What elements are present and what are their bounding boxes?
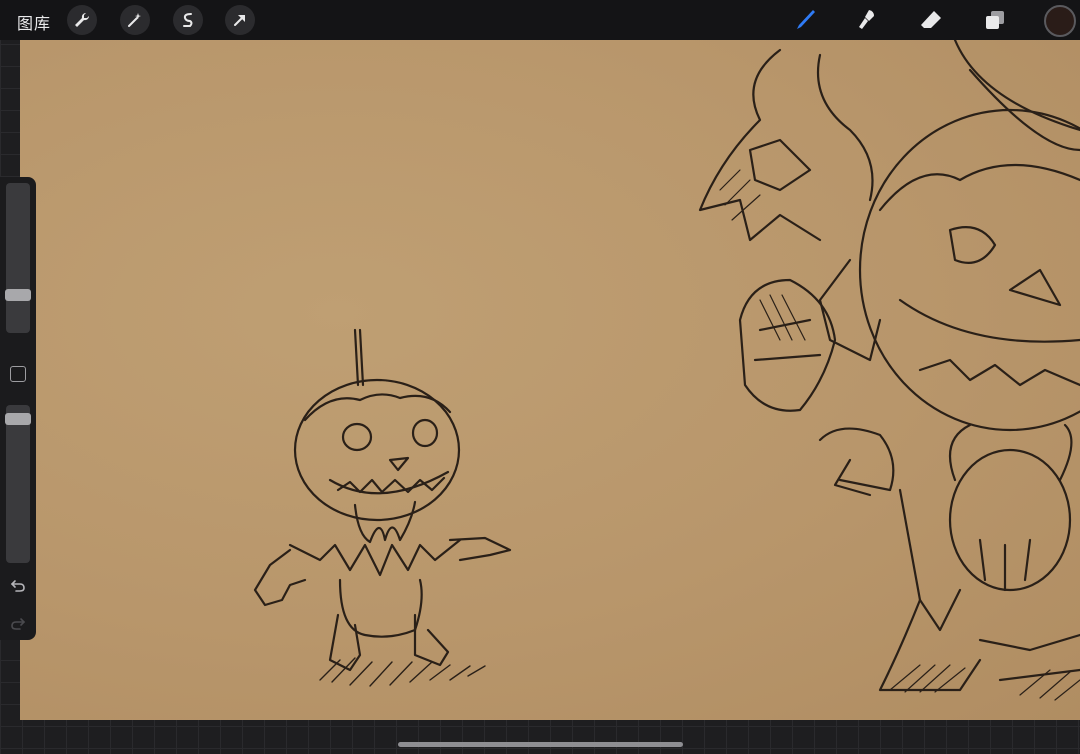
opacity-handle[interactable] bbox=[5, 413, 31, 425]
wrench-icon[interactable] bbox=[67, 5, 97, 35]
brush-size-handle[interactable] bbox=[5, 289, 31, 301]
drawing-canvas[interactable] bbox=[20, 40, 1080, 720]
color-picker-swatch[interactable] bbox=[1044, 5, 1076, 37]
top-toolbar: 图库 bbox=[0, 0, 1080, 40]
brush-size-slider[interactable] bbox=[6, 183, 30, 333]
modify-button[interactable] bbox=[10, 366, 26, 382]
smudge-icon[interactable] bbox=[853, 6, 881, 34]
undo-icon[interactable] bbox=[9, 577, 27, 595]
magic-wand-icon[interactable] bbox=[120, 5, 150, 35]
sketch-artwork bbox=[253, 40, 1080, 701]
opacity-slider[interactable] bbox=[6, 405, 30, 563]
gallery-button[interactable]: 图库 bbox=[17, 10, 51, 34]
redo-icon[interactable] bbox=[9, 615, 27, 633]
layers-icon[interactable] bbox=[981, 6, 1009, 34]
eraser-icon[interactable] bbox=[917, 6, 945, 34]
brush-icon[interactable] bbox=[790, 6, 818, 34]
left-sidebar bbox=[0, 177, 36, 640]
selection-icon[interactable] bbox=[173, 5, 203, 35]
home-indicator[interactable] bbox=[398, 742, 683, 747]
move-arrow-icon[interactable] bbox=[225, 5, 255, 35]
